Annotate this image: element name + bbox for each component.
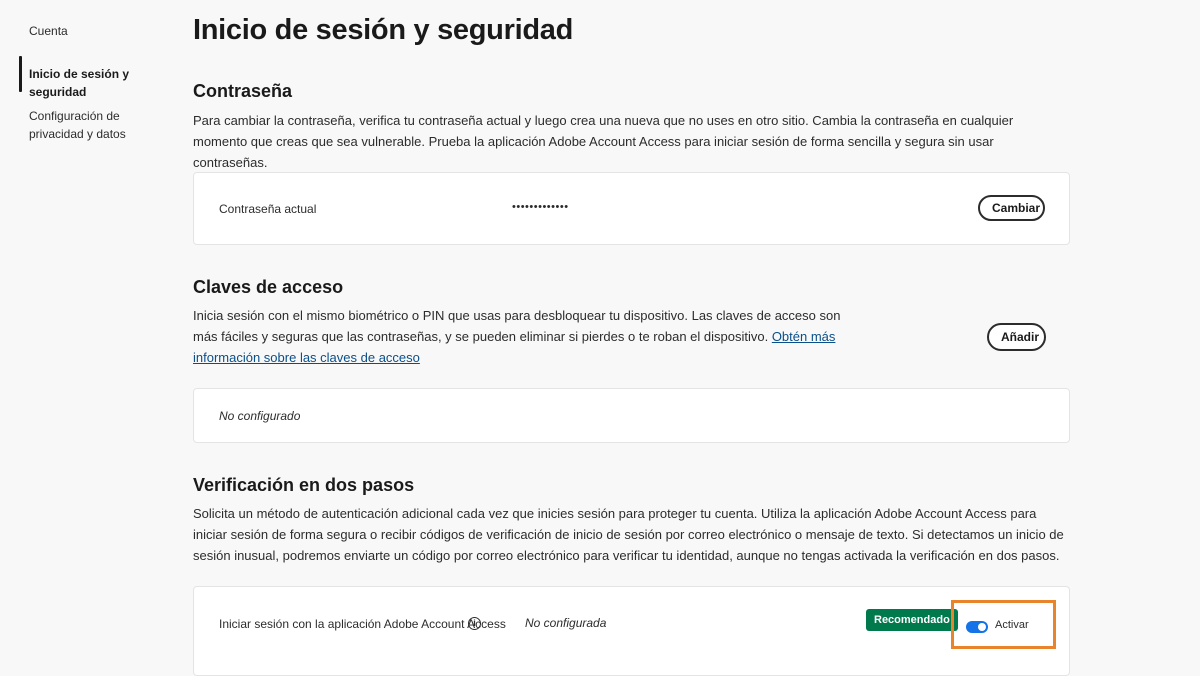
- recommended-badge: Recomendado: [866, 609, 958, 631]
- passkeys-description: Inicia sesión con el mismo biométrico o …: [193, 305, 843, 368]
- activate-toggle-label[interactable]: Activar: [995, 619, 1029, 631]
- activate-toggle[interactable]: [966, 621, 988, 633]
- sidebar-item-privacidad-datos[interactable]: Configuración de privacidad y datos: [29, 107, 169, 143]
- account-access-app-label: Iniciar sesión con la aplicación Adobe A…: [219, 617, 506, 631]
- sidebar-item-inicio-sesion-seguridad[interactable]: Inicio de sesión y seguridad: [29, 65, 169, 101]
- password-description: Para cambiar la contraseña, verifica tu …: [193, 113, 1014, 170]
- page-title: Inicio de sesión y seguridad: [193, 14, 573, 46]
- passkeys-description-text: Inicia sesión con el mismo biométrico o …: [193, 308, 841, 344]
- current-password-value: •••••••••••••: [512, 201, 569, 213]
- current-password-label: Contraseña actual: [219, 202, 317, 216]
- change-password-button[interactable]: Cambiar: [978, 195, 1045, 221]
- sidebar: Cuenta Inicio de sesión y seguridad Conf…: [0, 0, 175, 663]
- info-icon[interactable]: i: [468, 617, 481, 630]
- two-step-description: Solicita un método de autenticación adic…: [193, 506, 1064, 563]
- add-passkey-button[interactable]: Añadir: [987, 323, 1046, 351]
- toggle-knob: [978, 623, 986, 631]
- password-card: Contraseña actual ••••••••••••• Cambiar: [193, 172, 1070, 245]
- account-access-app-status: No configurada: [525, 616, 607, 630]
- passkeys-section-title: Claves de acceso: [193, 277, 344, 297]
- password-section-title: Contraseña: [193, 81, 293, 101]
- sidebar-active-indicator: [19, 56, 22, 92]
- passkeys-status: No configurado: [219, 409, 301, 423]
- passkeys-card: No configurado: [193, 388, 1070, 443]
- two-step-section-title: Verificación en dos pasos: [193, 475, 415, 495]
- sidebar-item-cuenta[interactable]: Cuenta: [29, 22, 169, 40]
